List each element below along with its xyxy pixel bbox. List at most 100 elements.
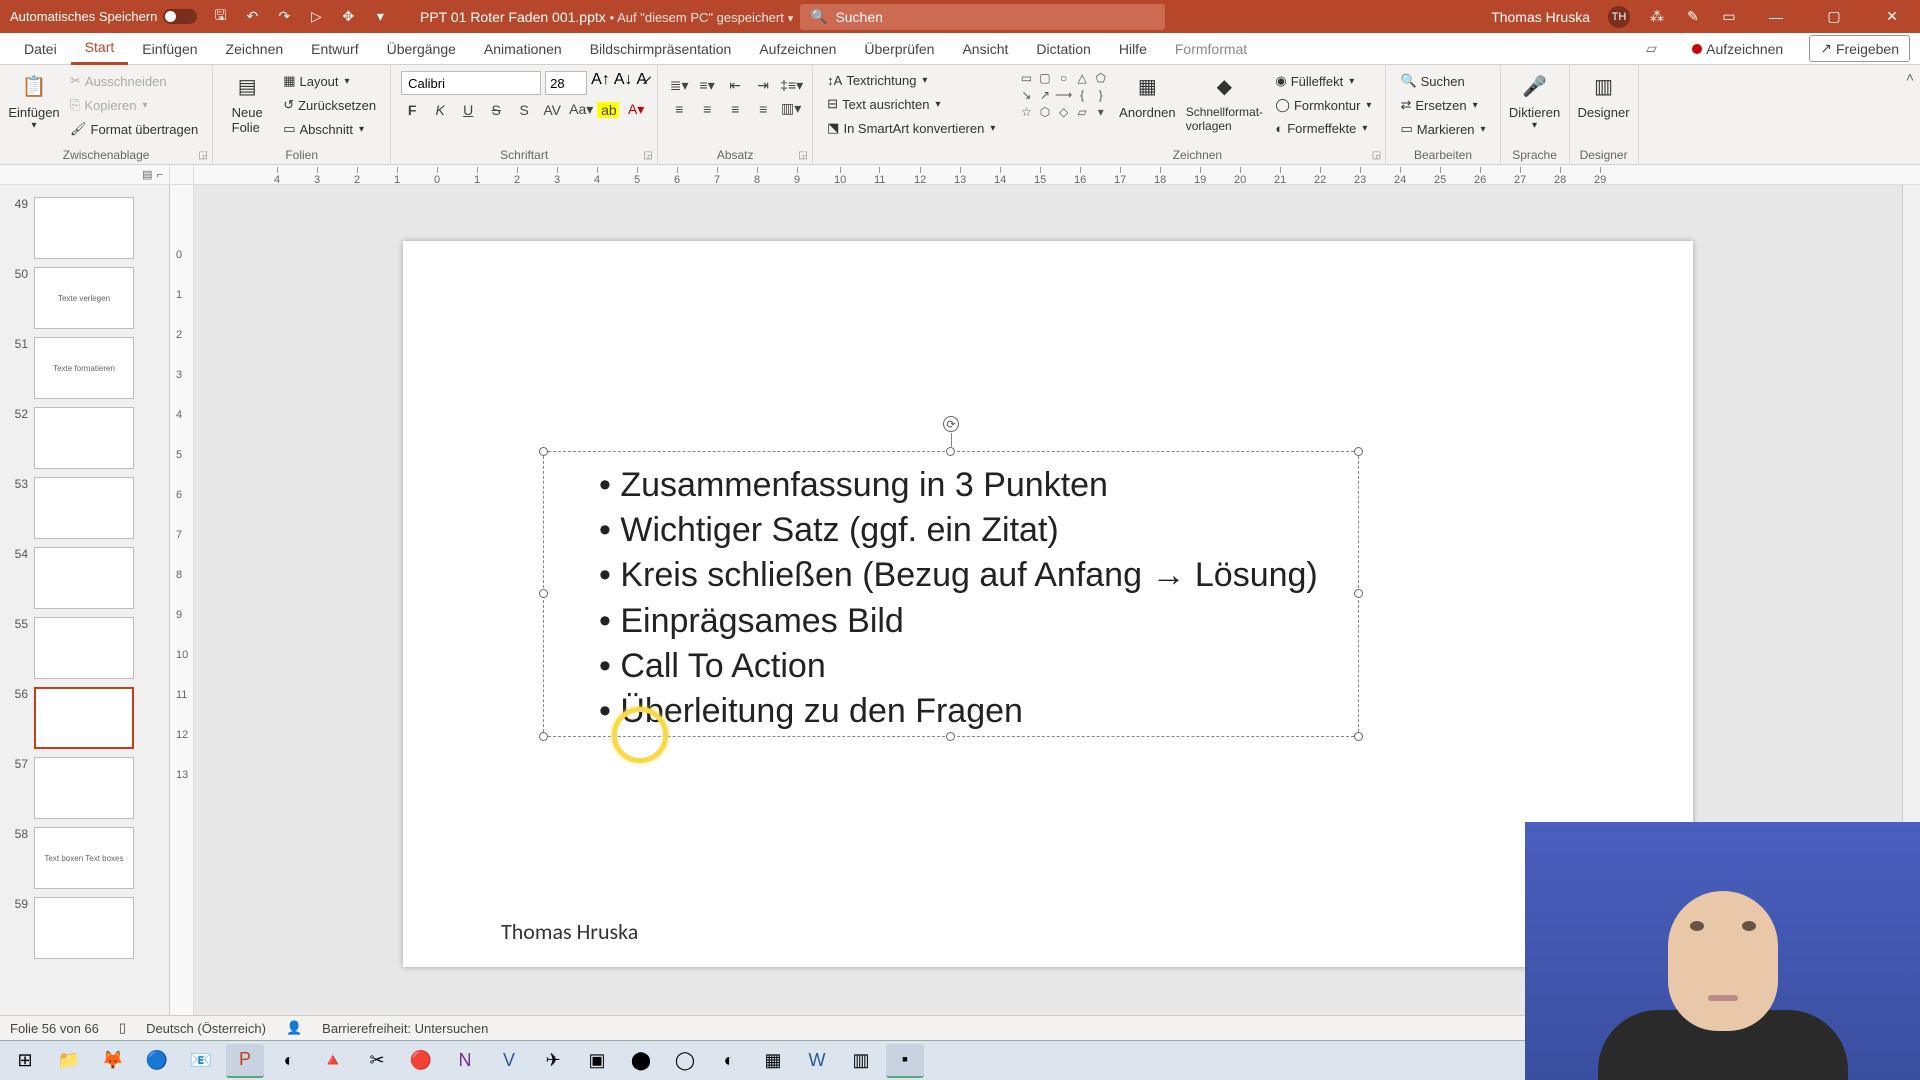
horizontal-ruler[interactable]: 4321012345678910111213141516171819202122…: [194, 165, 1902, 184]
slide-thumbnail[interactable]: 49: [0, 193, 169, 263]
onenote-icon[interactable]: N: [446, 1044, 484, 1078]
tab-ueberpruefen[interactable]: Überprüfen: [850, 33, 948, 65]
reset-button[interactable]: ↺Zurücksetzen: [279, 95, 380, 115]
slide-footer[interactable]: Thomas Hruska: [501, 918, 638, 945]
section-button[interactable]: ▭Abschnitt: [279, 119, 380, 139]
accessibility-label[interactable]: Barrierefreiheit: Untersuchen: [322, 1021, 488, 1036]
shape-effects-button[interactable]: ◐Formeffekte: [1271, 119, 1375, 138]
font-size-select[interactable]: [545, 71, 587, 95]
shape-icon[interactable]: ⬡: [1038, 105, 1052, 119]
outline-toggle-icon[interactable]: ▤: [142, 168, 152, 181]
slide-thumbnail[interactable]: 52: [0, 403, 169, 473]
new-slide-button[interactable]: ▤ Neue Folie: [223, 71, 271, 135]
align-left-button[interactable]: ≡: [668, 101, 690, 117]
share-button[interactable]: ↗Freigeben: [1809, 35, 1910, 62]
autosave-toggle[interactable]: Automatisches Speichern: [10, 9, 197, 24]
resize-handle[interactable]: [1354, 732, 1363, 741]
resize-handle[interactable]: [1354, 447, 1363, 456]
dialog-launcher-icon[interactable]: ◲: [196, 148, 210, 162]
bullet-item[interactable]: Call To Action: [599, 644, 1318, 689]
slide-thumbnail[interactable]: 50Texte verlegen: [0, 263, 169, 333]
shape-icon[interactable]: ▱: [1075, 105, 1089, 119]
replace-button[interactable]: ⇄Ersetzen: [1396, 95, 1489, 115]
tab-uebergaenge[interactable]: Übergänge: [373, 33, 470, 65]
arrange-button[interactable]: ▦Anordnen: [1117, 71, 1177, 120]
obs-icon[interactable]: ⬤: [622, 1044, 660, 1078]
app-icon[interactable]: ◐: [710, 1044, 748, 1078]
tab-aufzeichnen[interactable]: Aufzeichnen: [745, 33, 850, 65]
dialog-launcher-icon[interactable]: ◲: [1369, 148, 1383, 162]
bullet-item[interactable]: Wichtiger Satz (ggf. ein Zitat): [599, 508, 1318, 553]
shape-fill-button[interactable]: ◉Fülleffekt: [1271, 71, 1375, 91]
app-icon[interactable]: ◯: [666, 1044, 704, 1078]
paste-button[interactable]: 📋 Einfügen ▾: [10, 71, 58, 131]
window-icon[interactable]: ▭: [1720, 8, 1738, 26]
app-icon[interactable]: ▦: [754, 1044, 792, 1078]
slide-canvas[interactable]: ⟳ Zusammenfassung in 3 PunktenWichtiger …: [403, 241, 1693, 967]
grow-font-icon[interactable]: A↑: [591, 71, 610, 95]
shape-icon[interactable]: ☆: [1019, 105, 1033, 119]
layout-button[interactable]: ▦Layout: [279, 71, 380, 91]
resize-handle[interactable]: [539, 732, 548, 741]
ribbon-display-icon[interactable]: ▱: [1646, 40, 1666, 57]
shadow-button[interactable]: S: [513, 102, 535, 118]
font-name-select[interactable]: [401, 71, 541, 95]
slide-thumbnail[interactable]: 54: [0, 543, 169, 613]
shapes-gallery[interactable]: ▭▢○△⬠ ↘↗⟶{} ☆⬡◇▱▾: [1019, 71, 1109, 119]
firefox-icon[interactable]: 🦊: [94, 1044, 132, 1078]
tab-ansicht[interactable]: Ansicht: [948, 33, 1022, 65]
change-case-button[interactable]: Aa▾: [569, 101, 591, 118]
shape-outline-button[interactable]: ◯Formkontur: [1271, 95, 1375, 115]
touch-mode-icon[interactable]: ✥: [339, 8, 357, 26]
visio-icon[interactable]: V: [490, 1044, 528, 1078]
app-icon[interactable]: ▣: [578, 1044, 616, 1078]
maximize-button[interactable]: ▢: [1814, 0, 1854, 33]
dialog-launcher-icon[interactable]: ◲: [641, 148, 655, 162]
shrink-font-icon[interactable]: A↓: [614, 71, 633, 95]
user-avatar[interactable]: TH: [1608, 6, 1630, 28]
copy-button[interactable]: ⎘Kopieren: [66, 95, 202, 115]
slide-thumbnail[interactable]: 59: [0, 893, 169, 963]
shape-icon[interactable]: ○: [1057, 71, 1071, 85]
clear-formatting-icon[interactable]: A̷: [636, 71, 647, 95]
app-icon[interactable]: ▥: [842, 1044, 880, 1078]
align-center-button[interactable]: ≡: [696, 101, 718, 117]
vlc-icon[interactable]: 🔺: [314, 1044, 352, 1078]
shape-icon[interactable]: ↘: [1019, 88, 1033, 102]
spellcheck-icon[interactable]: ▯: [119, 1020, 126, 1036]
slide-thumbnail[interactable]: 57: [0, 753, 169, 823]
redo-icon[interactable]: ↷: [275, 8, 293, 26]
powerpoint-icon[interactable]: P: [226, 1044, 264, 1078]
draw-icon[interactable]: ✎: [1684, 8, 1702, 26]
shape-icon[interactable]: ⬠: [1094, 71, 1108, 85]
tab-einfuegen[interactable]: Einfügen: [128, 33, 211, 65]
align-text-button[interactable]: ⊟Text ausrichten: [823, 94, 999, 114]
outlook-icon[interactable]: 📧: [182, 1044, 220, 1078]
tab-entwurf[interactable]: Entwurf: [297, 33, 372, 65]
chrome-icon[interactable]: 🔵: [138, 1044, 176, 1078]
start-from-beginning-icon[interactable]: ▷: [307, 8, 325, 26]
coming-soon-icon[interactable]: ⁂: [1648, 8, 1666, 26]
bullet-item[interactable]: Überleitung zu den Fragen: [599, 689, 1318, 734]
char-spacing-button[interactable]: AV: [541, 102, 563, 118]
resize-handle[interactable]: [946, 447, 955, 456]
minimize-button[interactable]: —: [1756, 0, 1796, 33]
bullet-item[interactable]: Einprägsames Bild: [599, 599, 1318, 644]
increase-indent-button[interactable]: ⇥: [752, 77, 774, 94]
tab-stop-icon[interactable]: ⌐: [157, 169, 163, 181]
italic-button[interactable]: K: [429, 102, 451, 118]
search-input[interactable]: [835, 9, 1155, 25]
rotate-handle[interactable]: ⟳: [943, 416, 959, 432]
bullet-list[interactable]: Zusammenfassung in 3 PunktenWichtiger Sa…: [599, 463, 1318, 734]
select-button[interactable]: ▭Markieren: [1396, 119, 1489, 139]
tab-start[interactable]: Start: [71, 33, 129, 65]
slide-thumbnail[interactable]: 55: [0, 613, 169, 683]
slide-thumbnail[interactable]: 56: [0, 683, 169, 753]
search-box[interactable]: 🔍: [800, 4, 1165, 30]
tab-datei[interactable]: Datei: [10, 33, 71, 65]
shape-icon[interactable]: ⟶: [1057, 88, 1071, 102]
tab-bildschirmpraesentation[interactable]: Bildschirmpräsentation: [576, 33, 746, 65]
bullets-button[interactable]: ≣▾: [668, 77, 690, 94]
font-color-button[interactable]: A▾: [625, 101, 647, 118]
close-button[interactable]: ✕: [1872, 0, 1912, 33]
